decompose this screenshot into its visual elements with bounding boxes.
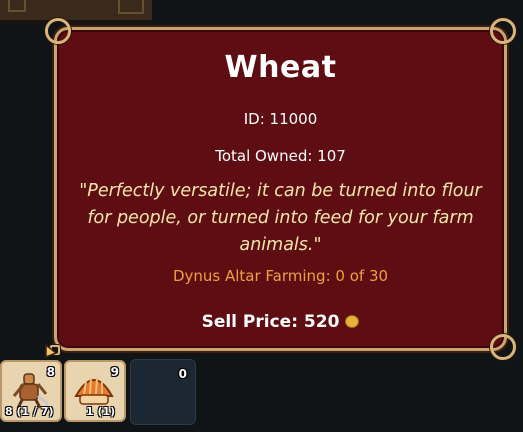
corner-ornament-icon: [490, 18, 516, 44]
total-owned: Total Owned: 107: [215, 147, 346, 165]
item-id: ID: 11000: [243, 110, 318, 128]
item-tooltip: Wheat ID: 11000 Total Owned: 107 "Perfec…: [45, 18, 516, 360]
slot-quantity: 9: [110, 365, 119, 379]
sell-price-label: Sell Price: 520: [201, 312, 340, 332]
slot-subcount: 8 (1 / 7): [5, 405, 54, 418]
harvest-figure-icon: [12, 373, 49, 409]
corner-ornament-icon: [45, 18, 71, 44]
item-title: Wheat: [224, 50, 337, 85]
slot-quantity: 0: [178, 367, 187, 381]
background-wood-frame: [0, 0, 152, 23]
mushroom-shell-icon: [74, 377, 114, 405]
slot-subcount: 1 (1): [86, 405, 116, 418]
slot-quantity: 8: [46, 365, 55, 379]
inventory-slot-2[interactable]: 9 1 (1): [64, 360, 126, 422]
corner-ornament-icon: [490, 334, 516, 360]
item-description: "Perfectly versatile; it can be turned i…: [79, 181, 482, 255]
inventory-slot-1[interactable]: 8 8 (1 / 7): [0, 360, 62, 422]
altar-progress: Dynus Altar Farming: 0 of 30: [172, 267, 389, 285]
inventory-slot-3[interactable]: 0: [130, 359, 196, 425]
coin-icon: [345, 315, 360, 328]
cursor-arrow-icon: [45, 343, 58, 359]
sell-price: Sell Price: 520: [57, 312, 504, 332]
